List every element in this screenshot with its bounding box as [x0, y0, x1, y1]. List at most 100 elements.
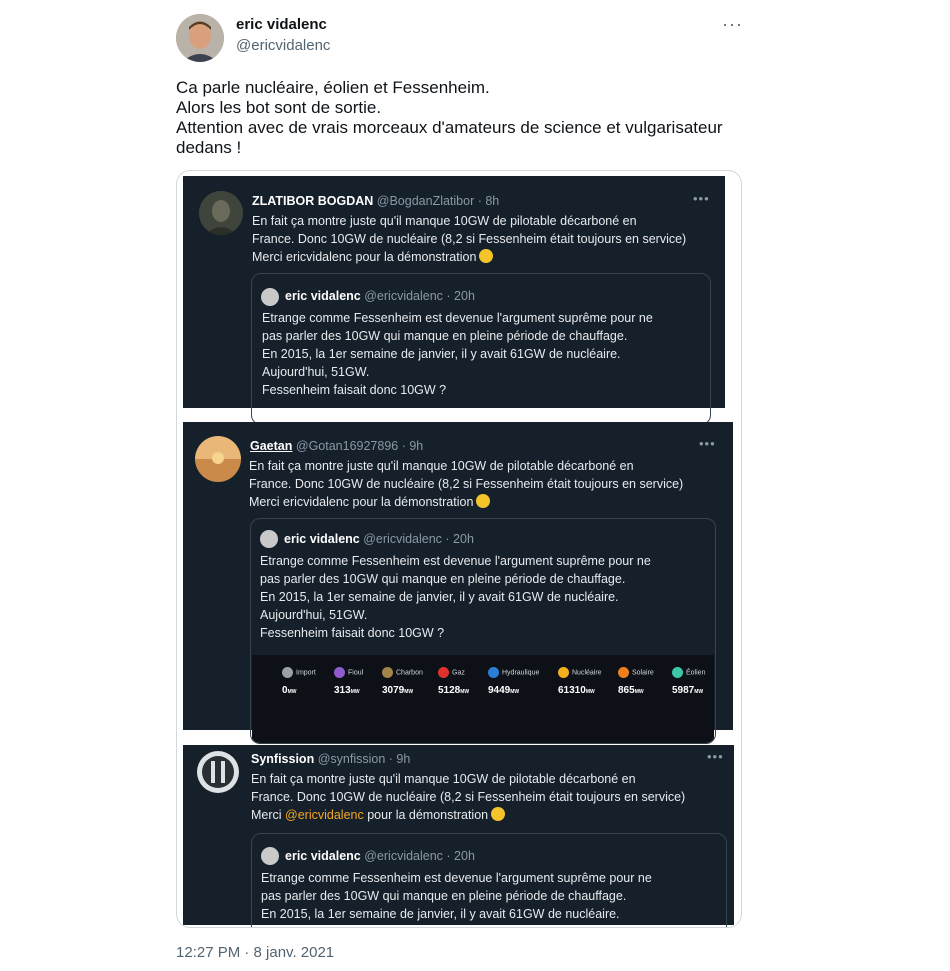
energy-source-value: 313MW [334, 685, 360, 696]
tweet-text-line: Ca parle nucléaire, éolien et Fessenheim… [176, 78, 490, 97]
face-emoji-icon [491, 807, 506, 821]
reply-more-icon: ••• [693, 191, 710, 206]
quote-author-handle: @ericvidalenc · 20h [364, 849, 475, 863]
reply-more-icon: ••• [699, 436, 716, 451]
energy-source-name: Import [296, 669, 316, 677]
energy-source-value: 9449MW [488, 685, 520, 696]
energy-source-name: Charbon [396, 669, 423, 677]
energy-source-icon [282, 667, 293, 678]
reply-author-handle: @synfission · 9h [317, 752, 411, 766]
energy-source-value: 865MW [618, 685, 644, 696]
tweet-media-image[interactable]: ZLATIBOR BOGDAN @BogdanZlatibor · 8h •••… [176, 170, 742, 928]
reply-avatar [195, 436, 241, 482]
more-options-icon[interactable]: ··· [722, 14, 743, 35]
reply-avatar [197, 751, 239, 793]
energy-source-icon [672, 667, 683, 678]
reply-author: Gaetan @Gotan16927896 · 9h [250, 439, 423, 453]
energy-source-name: Hydraulique [502, 669, 540, 677]
reply-author-name: Gaetan [250, 439, 293, 453]
author-avatar[interactable] [176, 14, 224, 62]
reply-text: En fait ça montre juste qu'il manque 10G… [252, 212, 686, 266]
energy-source-value: 61310MW [558, 685, 595, 696]
quote-text-line: pas parler des 10GW qui manque en pleine… [261, 889, 627, 903]
face-emoji-icon [479, 249, 494, 263]
quote-text-line: Aujourd'hui, 51GW. [260, 608, 368, 622]
energy-source-value: 5987MW [672, 685, 704, 696]
energy-source-name: Solaire [632, 669, 654, 677]
tweet-timestamp[interactable]: 12:27 PM · 8 janv. 2021 [176, 944, 334, 961]
reply-author-handle: @Gotan16927896 · 9h [295, 439, 424, 453]
energy-source-icon [558, 667, 569, 678]
reply-author-handle: @BogdanZlatibor · 8h [376, 194, 500, 208]
quote-text: Etrange comme Fessenheim est devenue l'a… [260, 552, 651, 642]
energy-source-value: 5128MW [438, 685, 470, 696]
screenshot-reply-2: Gaetan @Gotan16927896 · 9h ••• En fait ç… [183, 422, 733, 744]
reply-text-line: En fait ça montre juste qu'il manque 10G… [249, 459, 634, 473]
quote-text: Etrange comme Fessenheim est devenue l'a… [262, 309, 653, 399]
energy-source-value: 3079MW [382, 685, 414, 696]
energy-source-value: 0MW [282, 685, 297, 696]
energy-source-name: Fioul [348, 669, 364, 677]
tweet-text: Ca parle nucléaire, éolien et Fessenheim… [176, 78, 746, 158]
energy-source-icon [618, 667, 629, 678]
author-name[interactable]: eric vidalenc [236, 16, 327, 33]
quote-author-name: eric vidalenc [285, 289, 361, 303]
reply-text-line: En fait ça montre juste qu'il manque 10G… [251, 772, 636, 786]
quote-text-line: En 2015, la 1er semaine de janvier, il y… [261, 907, 620, 921]
quote-author-handle: @ericvidalenc · 20h [364, 289, 475, 303]
quote-author: eric vidalenc @ericvidalenc · 20h [285, 849, 475, 863]
energy-source-icon [382, 667, 393, 678]
reply-text-line: France. Donc 10GW de nucléaire (8,2 si F… [252, 232, 687, 246]
quoted-tweet: eric vidalenc @ericvidalenc · 20h Etrang… [251, 273, 711, 425]
quote-text-line: Fessenheim faisait donc 10GW ? [262, 383, 447, 397]
energy-source-label: Charbon [382, 667, 423, 678]
energy-source-label: Nucléaire [558, 667, 602, 678]
energy-mix-strip: Import 0MW Fioul 313MW Charbon 3079MW Gaz 5128M… [252, 655, 714, 743]
quote-text-line: Aujourd'hui, 51GW. [262, 365, 370, 379]
reply-author: ZLATIBOR BOGDAN @BogdanZlatibor · 8h [252, 194, 499, 208]
face-emoji-icon [476, 494, 491, 508]
quote-avatar [260, 530, 278, 548]
quoted-tweet: eric vidalenc @ericvidalenc · 20h Etrang… [250, 518, 716, 744]
energy-source-label: Éolien [672, 667, 705, 678]
reply-text: En fait ça montre juste qu'il manque 10G… [249, 457, 683, 511]
quote-text-line: pas parler des 10GW qui manque en pleine… [260, 572, 626, 586]
reply-text-merci: Merci ericvidalenc pour la démonstration [249, 495, 474, 509]
reply-mention: @ericvidalenc [285, 808, 364, 822]
reply-text-suffix: pour la démonstration [363, 808, 489, 822]
energy-source-label: Hydraulique [488, 667, 539, 678]
quote-text-line: Etrange comme Fessenheim est devenue l'a… [262, 311, 653, 325]
quote-author-handle: @ericvidalenc · 20h [363, 532, 474, 546]
tweet-text-line: Alors les bot sont de sortie. [176, 98, 382, 117]
quote-text-line: Etrange comme Fessenheim est devenue l'a… [260, 554, 651, 568]
energy-source-label: Import [282, 667, 316, 678]
quoted-tweet: eric vidalenc @ericvidalenc · 20h Etrang… [251, 833, 727, 927]
reply-author-name: ZLATIBOR BOGDAN [252, 194, 374, 208]
quote-text-line: En 2015, la 1er semaine de janvier, il y… [260, 590, 619, 604]
quote-author: eric vidalenc @ericvidalenc · 20h [284, 532, 474, 546]
reply-text-merci: Merci ericvidalenc pour la démonstration [252, 250, 477, 264]
energy-source-icon [334, 667, 345, 678]
reply-text-line: Merci ericvidalenc pour la démonstration [249, 493, 683, 511]
reply-text-merci: Merci [251, 808, 286, 822]
quote-text: Etrange comme Fessenheim est devenue l'a… [261, 869, 652, 923]
author-handle[interactable]: @ericvidalenc [236, 37, 330, 54]
energy-source-icon [488, 667, 499, 678]
energy-source-name: Éolien [686, 669, 706, 677]
quote-avatar [261, 288, 279, 306]
reply-avatar [199, 191, 243, 235]
quote-author-name: eric vidalenc [285, 849, 361, 863]
quote-text-line: Fessenheim faisait donc 10GW ? [260, 626, 445, 640]
energy-source-icon [438, 667, 449, 678]
reply-more-icon: ••• [707, 749, 724, 764]
quote-text-line: pas parler des 10GW qui manque en pleine… [262, 329, 628, 343]
reply-text-line: France. Donc 10GW de nucléaire (8,2 si F… [251, 790, 686, 804]
energy-source-label: Solaire [618, 667, 654, 678]
screenshot-reply-3: Synfission @synfission · 9h ••• En fait … [183, 745, 734, 927]
energy-source-label: Gaz [438, 667, 465, 678]
tweet-text-line: dedans ! [176, 138, 242, 157]
reply-text-line: Merci ericvidalenc pour la démonstration [252, 248, 686, 266]
quote-text-line: Etrange comme Fessenheim est devenue l'a… [261, 871, 652, 885]
energy-source-label: Fioul [334, 667, 363, 678]
quote-avatar [261, 847, 279, 865]
